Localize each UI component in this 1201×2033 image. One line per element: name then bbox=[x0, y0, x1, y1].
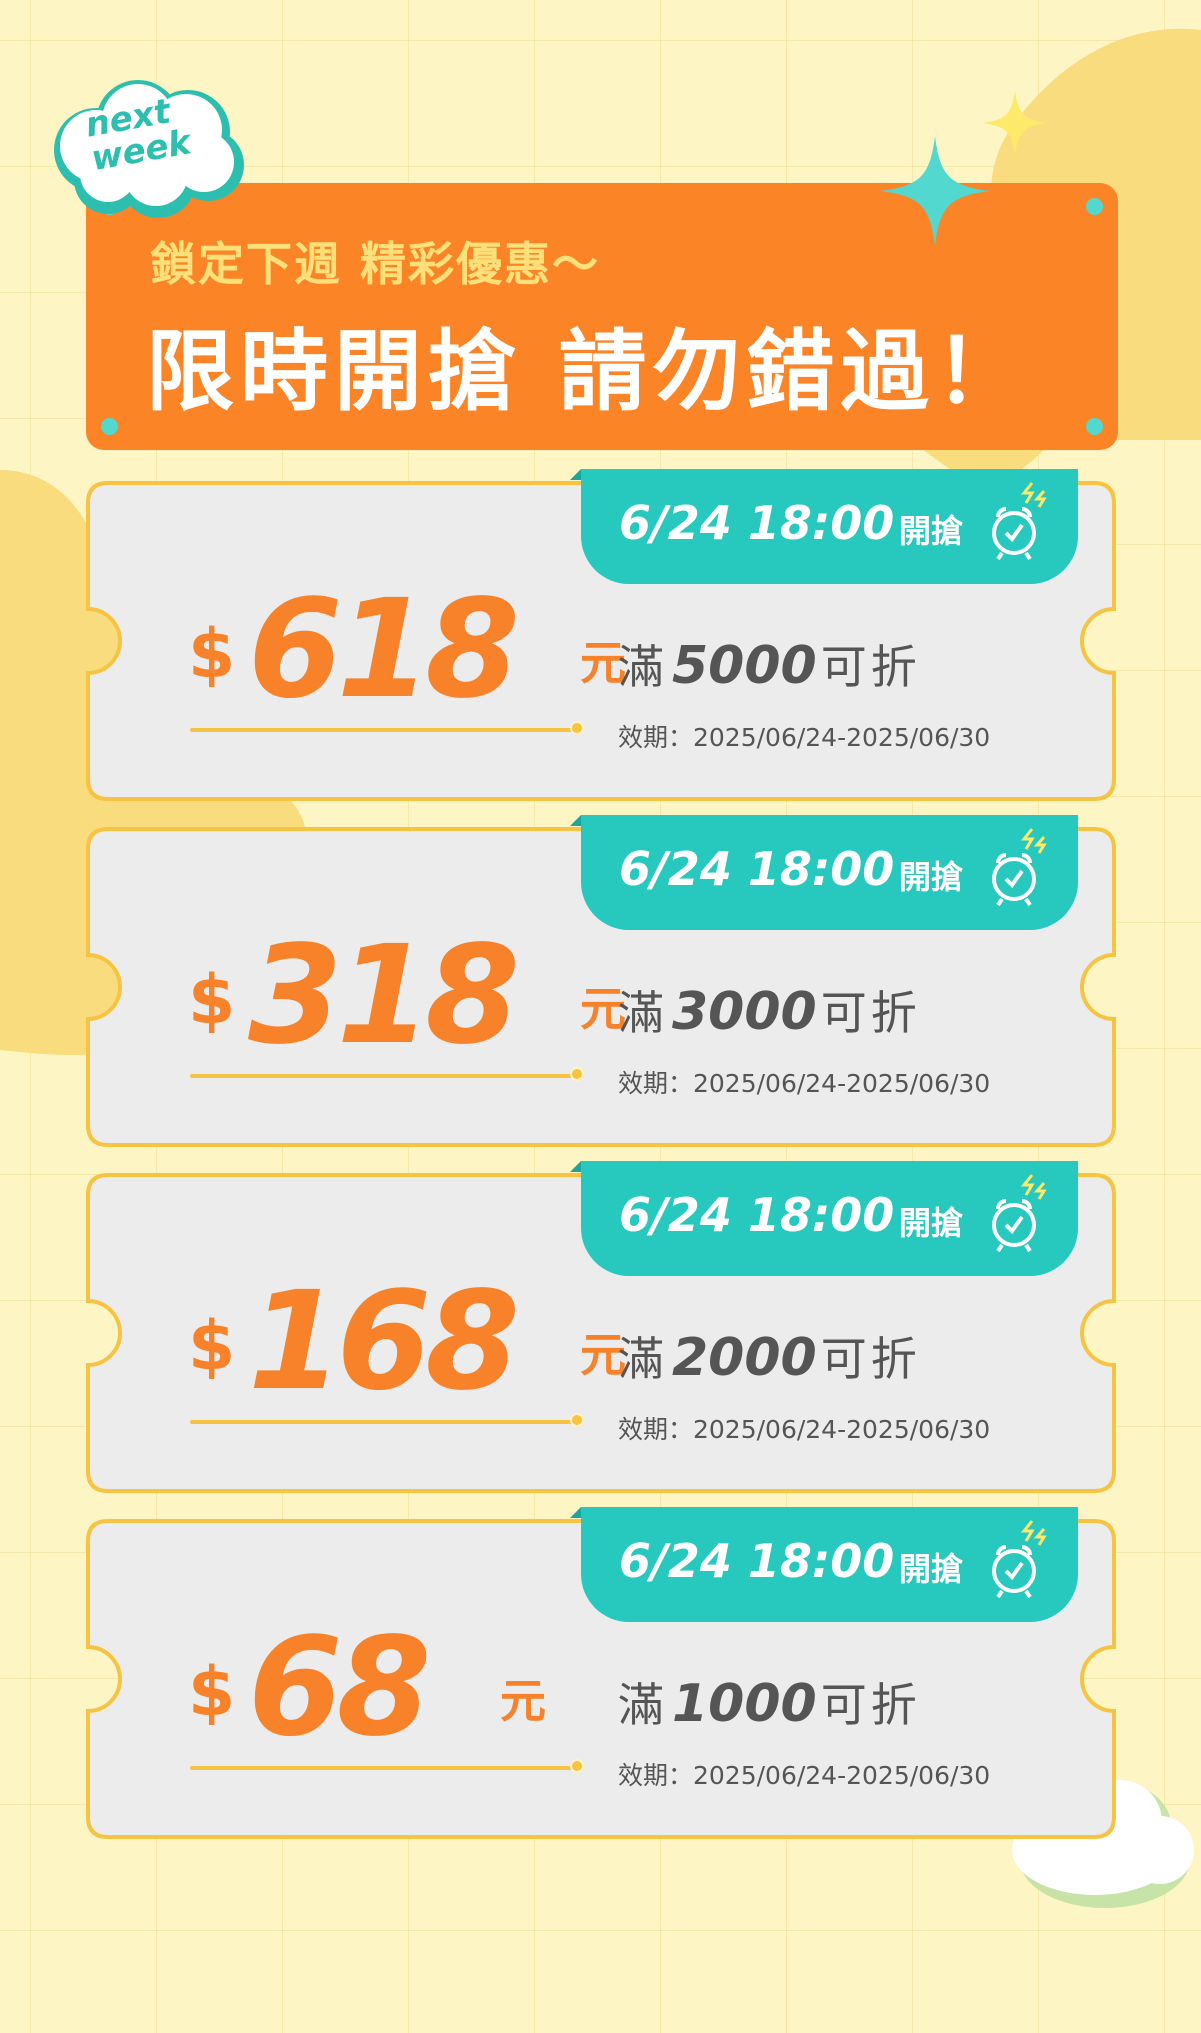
banner-subtitle: 鎖定下週 精彩優惠～ bbox=[150, 237, 601, 291]
open-time: 6/24 18:00 bbox=[619, 496, 895, 550]
alarm-clock-icon bbox=[992, 1174, 1047, 1253]
open-time-tag: 6/24 18:00 開搶 bbox=[570, 815, 1078, 930]
validity-period: 效期：2025/06/24-2025/06/30 bbox=[618, 1761, 991, 1790]
divider-dot bbox=[570, 1759, 584, 1773]
spend-condition: 滿5000可折 bbox=[618, 631, 921, 697]
coupon-card[interactable]: 6/24 18:00 開搶 $ 618 元 滿5000可折 效期：2025/06… bbox=[86, 469, 1116, 801]
alarm-clock-icon bbox=[992, 1520, 1047, 1599]
open-label: 開搶 bbox=[899, 512, 964, 550]
discount-amount: 68 bbox=[248, 1609, 431, 1767]
spend-condition: 滿3000可折 bbox=[618, 977, 921, 1043]
spend-threshold: 3000 bbox=[672, 982, 817, 1042]
open-time: 6/24 18:00 bbox=[619, 842, 895, 896]
divider-dot bbox=[570, 1067, 584, 1081]
condition-suffix: 可折 bbox=[820, 640, 921, 694]
divider-line bbox=[190, 1766, 575, 1770]
open-time-tag: 6/24 18:00 開搶 bbox=[570, 469, 1078, 584]
open-time: 6/24 18:00 bbox=[619, 1534, 895, 1588]
divider-line bbox=[190, 728, 575, 732]
currency-symbol: $ bbox=[188, 961, 236, 1040]
validity-period: 效期：2025/06/24-2025/06/30 bbox=[618, 1069, 991, 1098]
validity-period: 效期：2025/06/24-2025/06/30 bbox=[618, 1415, 991, 1444]
spend-threshold: 5000 bbox=[672, 636, 817, 696]
condition-suffix: 可折 bbox=[820, 986, 921, 1040]
divider-line bbox=[190, 1420, 575, 1424]
alarm-clock-icon bbox=[992, 482, 1047, 561]
currency-unit: 元 bbox=[500, 1674, 546, 1728]
spend-condition: 滿2000可折 bbox=[618, 1323, 921, 1389]
spend-threshold: 2000 bbox=[672, 1328, 817, 1388]
banner-title: 限時開搶 請勿錯過！ bbox=[146, 320, 1029, 423]
open-label: 開搶 bbox=[899, 858, 964, 896]
spend-threshold: 1000 bbox=[672, 1674, 817, 1734]
discount-amount: 318 bbox=[248, 917, 520, 1075]
condition-prefix: 滿 bbox=[618, 640, 668, 694]
coupon-card[interactable]: 6/24 18:00 開搶 $ 68 元 滿1000可折 效期：2025/06/… bbox=[86, 1507, 1116, 1839]
open-time-tag: 6/24 18:00 開搶 bbox=[570, 1507, 1078, 1622]
banner-dot bbox=[1086, 198, 1103, 215]
validity-period: 效期：2025/06/24-2025/06/30 bbox=[618, 723, 991, 752]
discount-amount: 618 bbox=[248, 571, 520, 729]
open-label: 開搶 bbox=[899, 1550, 964, 1588]
condition-suffix: 可折 bbox=[820, 1678, 921, 1732]
currency-symbol: $ bbox=[188, 1307, 236, 1386]
banner-dot bbox=[1086, 418, 1103, 435]
next-week-badge: next week bbox=[38, 70, 253, 220]
divider-dot bbox=[570, 721, 584, 735]
currency-symbol: $ bbox=[188, 1653, 236, 1732]
divider-dot bbox=[570, 1413, 584, 1427]
open-time-tag: 6/24 18:00 開搶 bbox=[570, 1161, 1078, 1276]
coupon-card[interactable]: 6/24 18:00 開搶 $ 168 元 滿2000可折 效期：2025/06… bbox=[86, 1161, 1116, 1493]
open-label: 開搶 bbox=[899, 1204, 964, 1242]
alarm-clock-icon bbox=[992, 828, 1047, 907]
sparkle-star-icon bbox=[982, 90, 1048, 156]
spend-condition: 滿1000可折 bbox=[618, 1669, 921, 1735]
coupon-card[interactable]: 6/24 18:00 開搶 $ 318 元 滿3000可折 效期：2025/06… bbox=[86, 815, 1116, 1147]
condition-prefix: 滿 bbox=[618, 986, 668, 1040]
currency-symbol: $ bbox=[188, 615, 236, 694]
condition-suffix: 可折 bbox=[820, 1332, 921, 1386]
discount-amount: 168 bbox=[248, 1263, 520, 1421]
open-time: 6/24 18:00 bbox=[619, 1188, 895, 1242]
sparkle-star-icon bbox=[880, 136, 990, 246]
divider-line bbox=[190, 1074, 575, 1078]
banner-dot bbox=[101, 418, 118, 435]
condition-prefix: 滿 bbox=[618, 1678, 668, 1732]
condition-prefix: 滿 bbox=[618, 1332, 668, 1386]
